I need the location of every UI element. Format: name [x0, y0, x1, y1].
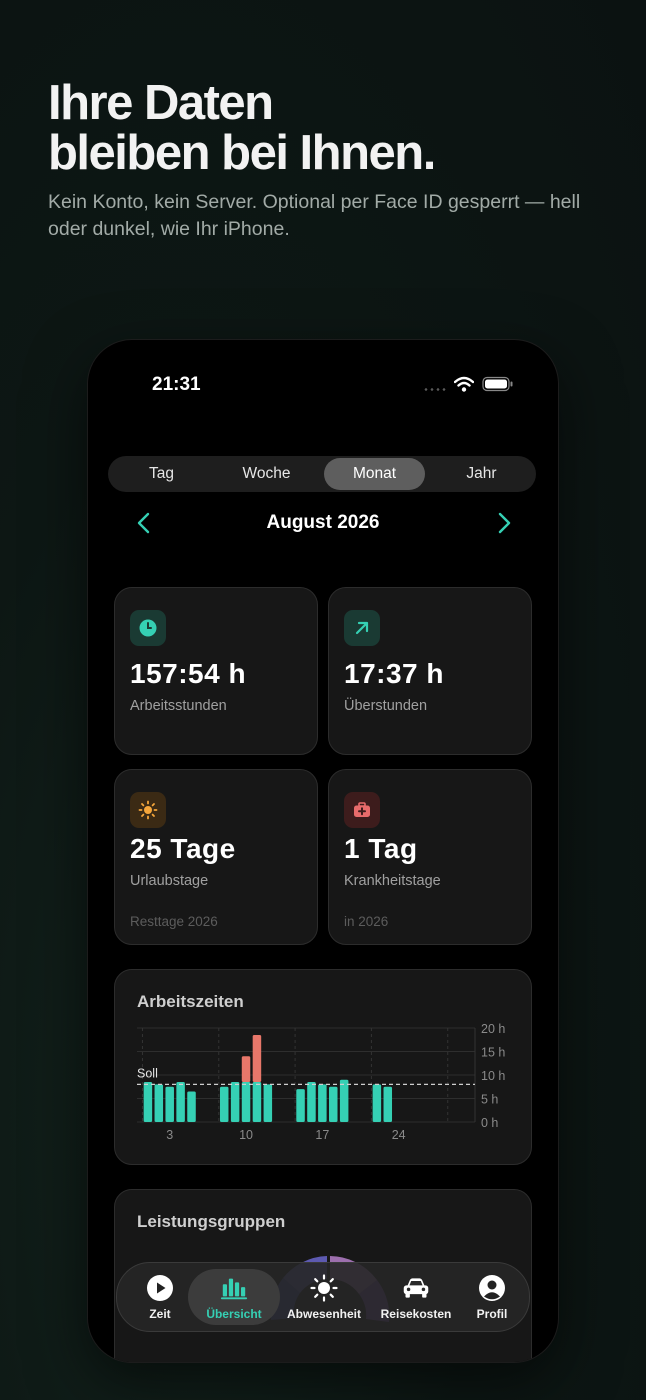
period-segmented-control: Tag Woche Monat Jahr: [108, 456, 536, 492]
tab-profil[interactable]: Profil: [461, 1263, 523, 1331]
x-tick-label: 24: [392, 1128, 406, 1142]
bar: [296, 1089, 305, 1122]
bar: [329, 1086, 338, 1122]
y-tick-label: 10 h: [481, 1069, 505, 1083]
chevron-right-icon[interactable]: [490, 510, 516, 536]
bar-chart-icon: [220, 1274, 248, 1302]
overtime-value: 17:37 h: [344, 658, 444, 689]
tab-reisekosten[interactable]: Reisekosten: [371, 1263, 461, 1331]
month-title: August 2026: [266, 512, 380, 533]
tab-abwesenheit[interactable]: Abwesenheit: [277, 1263, 371, 1331]
bar: [241, 1082, 251, 1122]
sun-icon: [130, 792, 166, 828]
tab-label-abwesenheit: Abwesenheit: [286, 1306, 361, 1321]
bar: [252, 1035, 262, 1083]
bar: [372, 1084, 382, 1122]
bar: [187, 1091, 196, 1122]
tab-label-uebersicht: Übersicht: [206, 1306, 262, 1321]
tab-label-reisekosten: Reisekosten: [380, 1306, 452, 1321]
profile-icon: [478, 1274, 506, 1302]
y-tick-label: 5 h: [481, 1093, 498, 1107]
bar: [165, 1086, 174, 1122]
bar: [339, 1079, 349, 1122]
battery-icon: [482, 376, 513, 392]
clock-icon: [130, 610, 166, 646]
bar: [230, 1082, 240, 1122]
x-tick-label: 3: [166, 1128, 173, 1142]
bar: [241, 1056, 251, 1083]
work-times-chart-card[interactable]: Arbeitszeiten 0 h5 h 10 h 15 h 20 h Soll 3 10 1…: [114, 969, 532, 1165]
y-tick-label: 15 h: [481, 1046, 505, 1060]
x-tick-label: 10: [239, 1128, 253, 1142]
vacation-footer: Resttage 2026: [130, 914, 218, 929]
vacation-label: Urlaubstage: [130, 873, 209, 889]
tab-label-profil: Profil: [476, 1306, 508, 1321]
bar: [307, 1082, 316, 1122]
sick-days-value: 1 Tag: [344, 833, 418, 864]
service-groups-title: Leistungsgruppen: [137, 1212, 286, 1231]
overtime-card[interactable]: 17:37 h Überstunden: [328, 587, 532, 755]
tab-label-zeit: Zeit: [149, 1306, 171, 1321]
phone-mockup: 21:31 Tag Woche Monat Jahr August 2026 1…: [88, 340, 558, 1362]
overtime-label: Überstunden: [344, 698, 428, 714]
month-navigator: August 2026: [88, 506, 558, 540]
segment-monat[interactable]: Monat: [324, 458, 425, 490]
hero-title: Ihre Daten bleiben bei Ihnen.: [48, 76, 436, 180]
tab-zeit[interactable]: Zeit: [129, 1263, 191, 1331]
work-hours-label: Arbeitsstunden: [130, 698, 227, 714]
vacation-card[interactable]: 25 Tage Urlaubstage Resttage 2026: [114, 769, 318, 945]
sick-days-card[interactable]: 1 Tag Krankheitstage in 2026: [328, 769, 532, 945]
bar: [219, 1086, 229, 1122]
bar: [383, 1086, 393, 1122]
bar: [176, 1082, 185, 1122]
segment-woche[interactable]: Woche: [216, 458, 317, 490]
car-icon: [402, 1274, 430, 1302]
bar: [154, 1084, 164, 1122]
vacation-value: 25 Tage: [130, 833, 236, 864]
segment-jahr[interactable]: Jahr: [431, 458, 532, 490]
work-times-chart: 0 h 5 h 10 h 15 h 20 h Soll 3 10 17 24: [137, 1022, 505, 1142]
status-time: 21:31: [152, 374, 201, 395]
hero-title-line1: Ihre Daten: [48, 76, 274, 130]
medical-kit-icon: [344, 792, 380, 828]
x-tick-label: 17: [315, 1128, 329, 1142]
sick-days-label: Krankheitstage: [344, 873, 441, 889]
y-tick-label: 20 h: [481, 1022, 505, 1036]
cellular-signal-icon: [423, 388, 447, 391]
bar: [318, 1084, 327, 1122]
work-hours-card[interactable]: 157:54 h Arbeitsstunden: [114, 587, 318, 755]
reference-line-label: Soll: [137, 1066, 158, 1080]
bar: [143, 1082, 153, 1122]
bar: [252, 1082, 262, 1122]
sun-icon: [310, 1273, 338, 1302]
bar: [263, 1084, 273, 1122]
arrow-up-right-icon: [344, 610, 380, 646]
hero-title-line2: bleiben bei Ihnen.: [48, 126, 436, 180]
wifi-icon: [454, 376, 474, 392]
sick-days-footer: in 2026: [344, 914, 389, 929]
work-hours-value: 157:54 h: [130, 658, 247, 689]
tab-uebersicht[interactable]: Übersicht: [191, 1263, 277, 1331]
play-icon: [146, 1274, 174, 1302]
hero-subtitle: Kein Konto, kein Server. Optional per Fa…: [48, 191, 581, 240]
segment-tag[interactable]: Tag: [111, 458, 212, 490]
tab-bar: Zeit Übersicht Abwesenheit Reisekosten P…: [116, 1262, 530, 1332]
y-tick-label: 0 h: [481, 1116, 498, 1130]
